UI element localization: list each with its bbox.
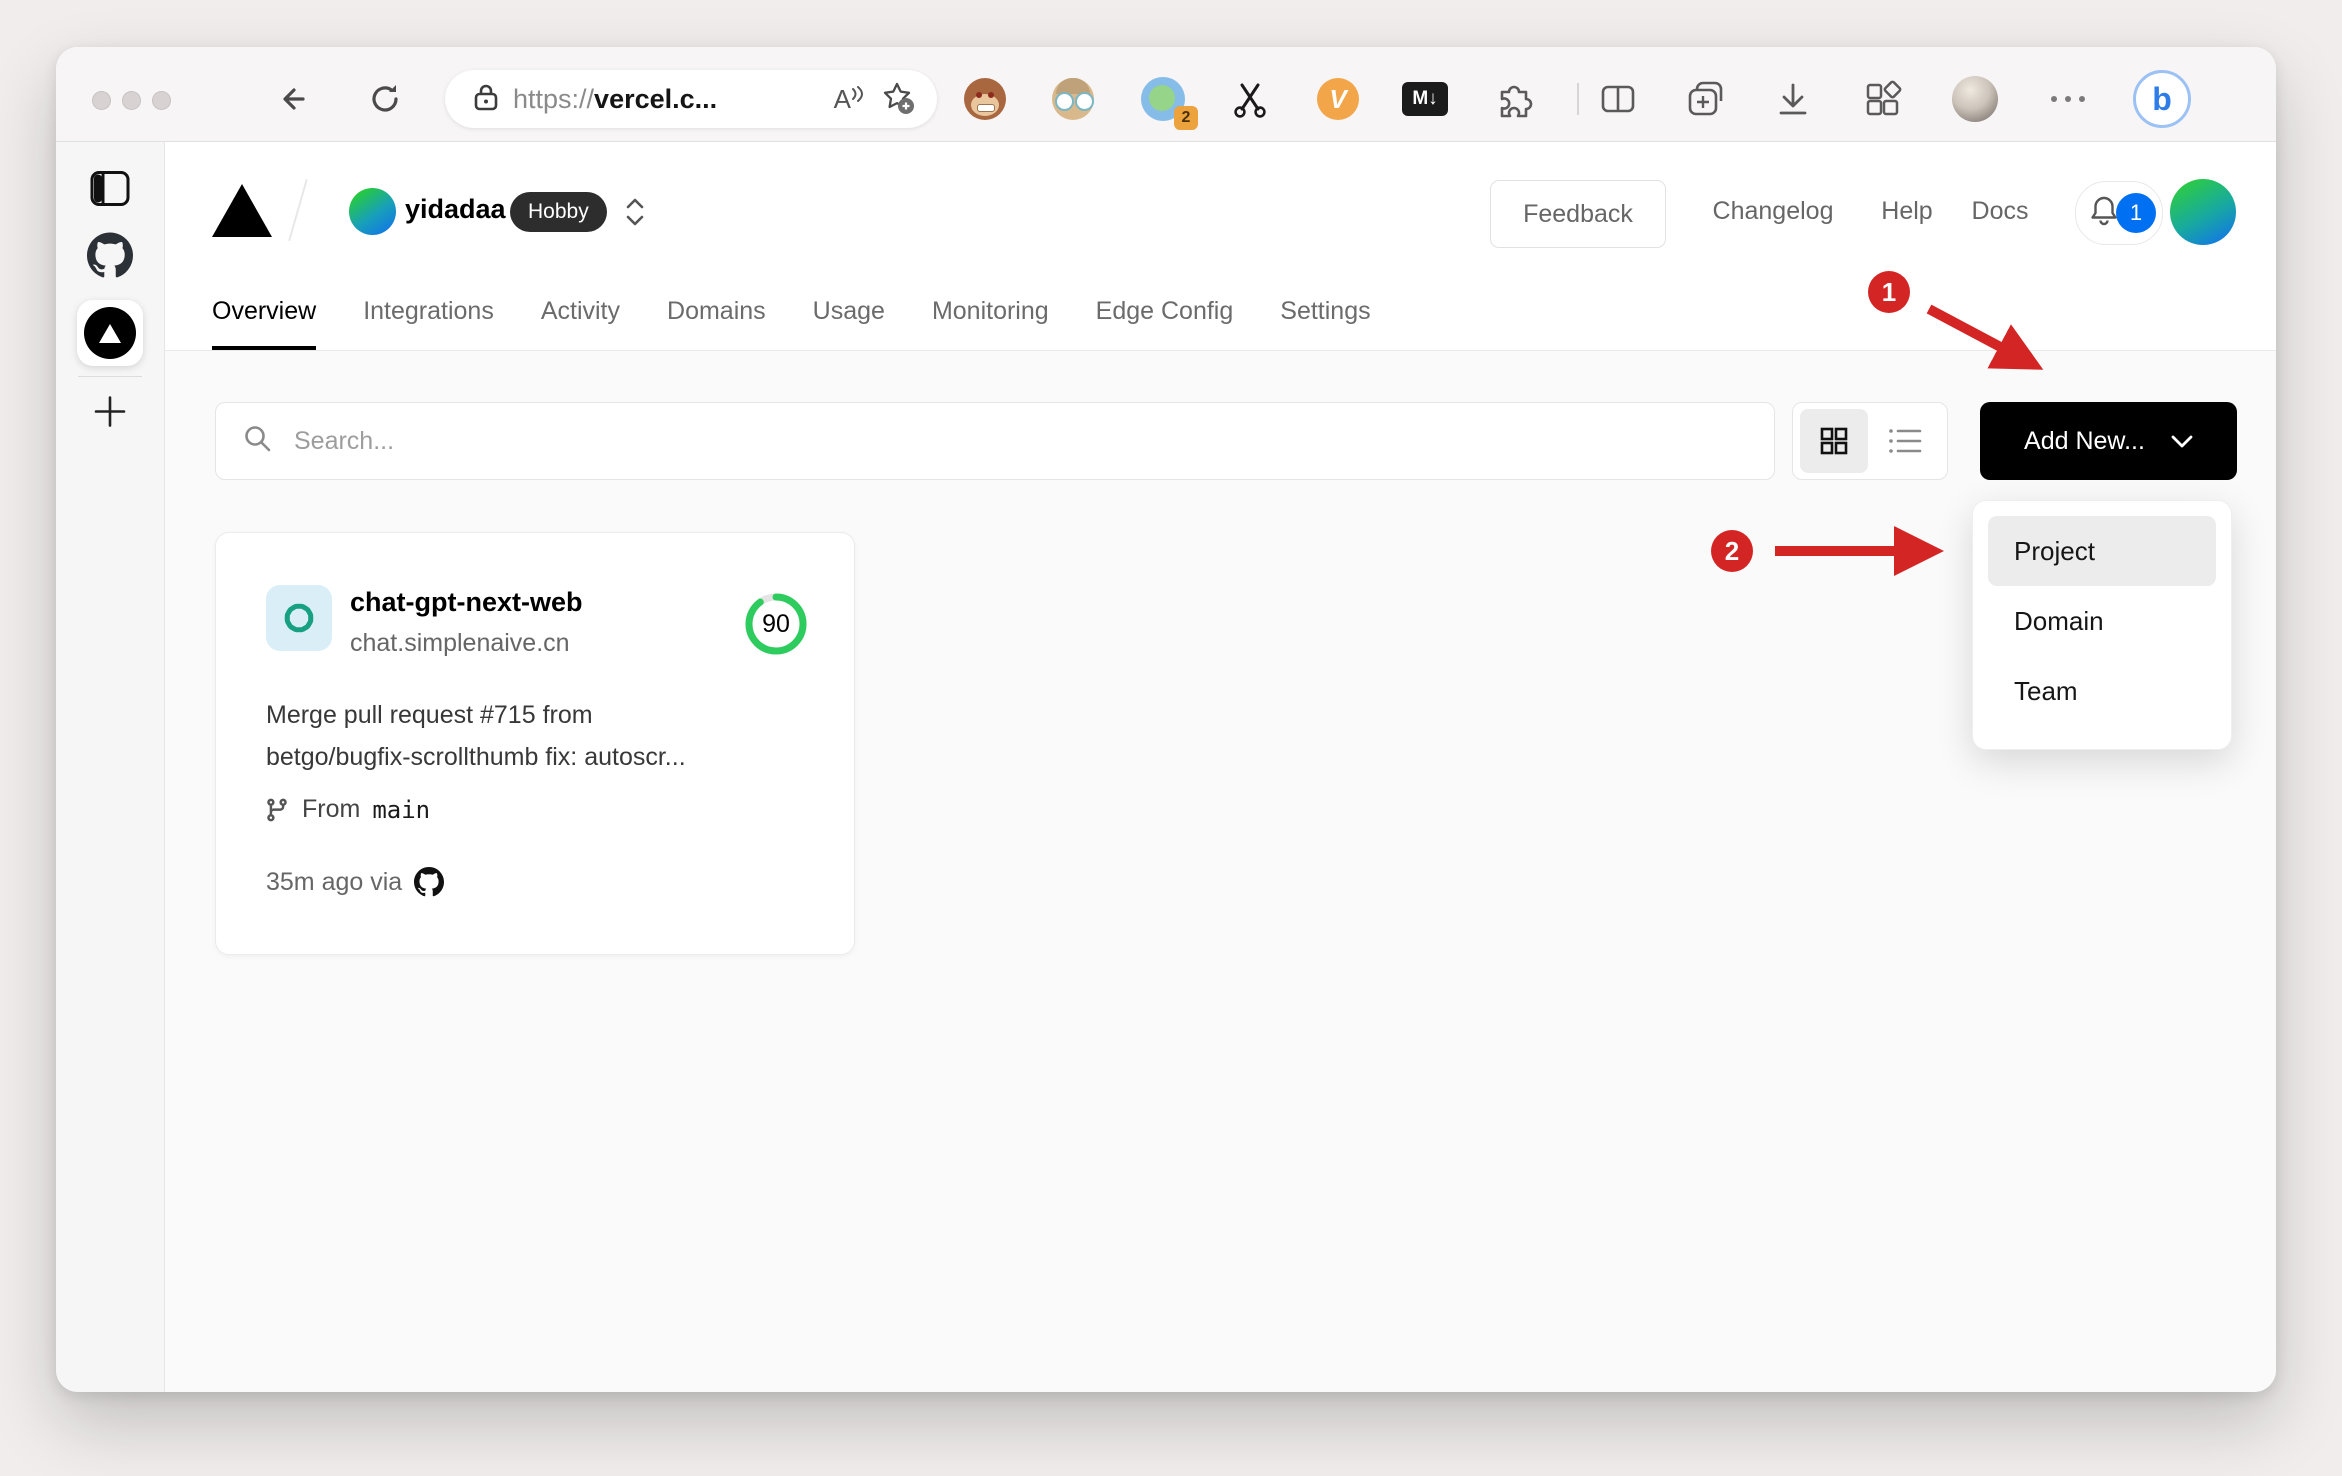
team-name[interactable]: yidadaa <box>405 194 506 225</box>
team-avatar[interactable] <box>349 188 396 235</box>
profile-avatar[interactable] <box>1952 76 1998 122</box>
commit-message-line2[interactable]: betgo/bugfix-scrollthumb fix: autoscr... <box>266 743 811 772</box>
toolbar-divider <box>1577 83 1579 115</box>
user-avatar[interactable] <box>2170 179 2236 245</box>
deployment-meta: 35m ago via <box>266 867 445 897</box>
bell-icon <box>2089 194 2119 233</box>
branch-name[interactable]: main <box>372 796 430 824</box>
search-bar <box>215 402 1775 480</box>
github-mark-icon <box>414 867 445 897</box>
scissors-icon[interactable] <box>1230 79 1270 119</box>
tab-usage[interactable]: Usage <box>813 272 885 350</box>
address-bar[interactable]: https://vercel.c... A <box>445 70 937 128</box>
feedback-button[interactable]: Feedback <box>1490 180 1666 248</box>
v-extension-icon[interactable]: V <box>1317 78 1359 120</box>
markdown-icon[interactable]: M↓ <box>1402 82 1448 116</box>
team-switcher-icon[interactable] <box>624 196 646 233</box>
back-icon[interactable] <box>273 77 317 121</box>
dropdown-item-team[interactable]: Team <box>1988 656 2216 726</box>
reload-icon[interactable] <box>363 77 407 121</box>
apps-icon[interactable] <box>1861 78 1903 120</box>
vercel-tab-icon <box>84 307 136 359</box>
tab-domains[interactable]: Domains <box>667 272 766 350</box>
bing-chat-icon[interactable]: b <box>2133 70 2191 128</box>
breadcrumb-divider <box>288 178 308 242</box>
search-icon <box>242 423 274 460</box>
extension-badge: 2 <box>1174 106 1198 130</box>
browser-toolbar: https://vercel.c... A 2 V M↓ b <box>56 47 2276 142</box>
score-ring[interactable]: 90 <box>738 586 814 662</box>
add-new-dropdown: Project Domain Team <box>1972 500 2232 750</box>
notifications-button[interactable]: 1 <box>2075 181 2163 245</box>
grid-view-button[interactable] <box>1800 409 1868 473</box>
tab-activity[interactable]: Activity <box>541 272 620 350</box>
grid-view-icon <box>1820 427 1848 455</box>
project-avatar <box>266 585 332 651</box>
read-aloud-icon[interactable]: A <box>834 84 865 115</box>
list-view-button[interactable] <box>1871 409 1939 473</box>
url-text: https://vercel.c... <box>513 83 718 114</box>
dropdown-item-project[interactable]: Project <box>1988 516 2216 586</box>
add-new-button[interactable]: Add New... <box>1980 402 2237 480</box>
vercel-app: yidadaa Hobby Feedback Changelog Help Do… <box>165 142 2276 1392</box>
project-name[interactable]: chat-gpt-next-web <box>350 587 583 618</box>
tab-settings[interactable]: Settings <box>1280 272 1370 350</box>
tab-integrations[interactable]: Integrations <box>363 272 494 350</box>
openai-logo <box>284 603 314 633</box>
github-icon[interactable] <box>87 232 133 284</box>
chevron-down-icon <box>2171 435 2193 447</box>
notification-badge: 1 <box>2116 193 2156 233</box>
help-link[interactable]: Help <box>1881 197 1932 226</box>
plan-badge: Hobby <box>510 192 607 232</box>
traffic-lights <box>92 91 171 110</box>
download-icon[interactable] <box>1772 78 1814 120</box>
new-tab-plus-icon[interactable] <box>90 392 130 437</box>
step-1-badge: 1 <box>1868 271 1910 313</box>
commit-message-line1[interactable]: Merge pull request #715 from <box>266 701 811 730</box>
panel-toggle-icon[interactable] <box>88 169 132 214</box>
view-toggle <box>1792 402 1948 480</box>
tab-overview[interactable]: Overview <box>212 272 317 350</box>
tampermonkey-icon[interactable] <box>964 78 1006 120</box>
search-input[interactable] <box>292 425 1774 457</box>
changelog-link[interactable]: Changelog <box>1713 197 1834 226</box>
project-card[interactable]: chat-gpt-next-web chat.simplenaive.cn 90… <box>215 532 855 955</box>
split-screen-icon[interactable] <box>1597 78 1639 120</box>
avatar-extension-icon[interactable] <box>1052 78 1094 120</box>
more-icon[interactable] <box>2051 96 2085 102</box>
favorite-star-icon[interactable] <box>879 79 915 120</box>
tab-monitoring[interactable]: Monitoring <box>932 272 1049 350</box>
minimize-window-icon[interactable] <box>122 91 141 110</box>
lock-icon <box>473 82 499 117</box>
desktop-background: https://vercel.c... A 2 V M↓ b yidadaa H… <box>0 0 2342 1476</box>
deployed-time: 35m ago via <box>266 867 403 896</box>
zoom-window-icon[interactable] <box>152 91 171 110</box>
vercel-tab[interactable] <box>77 300 143 366</box>
browser-window: https://vercel.c... A 2 V M↓ b yidadaa H… <box>56 47 2276 1392</box>
sidebar-divider <box>78 376 142 377</box>
vercel-header: yidadaa Hobby Feedback Changelog Help Do… <box>165 142 2276 351</box>
dual-circle-extension-icon[interactable]: 2 <box>1141 75 1198 130</box>
project-domain[interactable]: chat.simplenaive.cn <box>350 629 570 658</box>
list-view-icon <box>1889 429 1922 453</box>
git-branch-icon <box>267 798 287 821</box>
puzzle-icon[interactable] <box>1494 78 1536 120</box>
tab-edge-config[interactable]: Edge Config <box>1096 272 1234 350</box>
step-2-badge: 2 <box>1711 530 1753 572</box>
browser-sidebar <box>56 142 165 1392</box>
tab-bar: Overview Integrations Activity Domains U… <box>212 272 1371 350</box>
vercel-logo[interactable] <box>212 184 272 242</box>
score-value: 90 <box>762 609 790 638</box>
branch-row: From main <box>264 795 430 824</box>
collections-icon[interactable] <box>1683 77 1727 121</box>
close-window-icon[interactable] <box>92 91 111 110</box>
dropdown-item-domain[interactable]: Domain <box>1988 586 2216 656</box>
from-label: From <box>302 795 361 823</box>
docs-link[interactable]: Docs <box>1972 197 2029 226</box>
